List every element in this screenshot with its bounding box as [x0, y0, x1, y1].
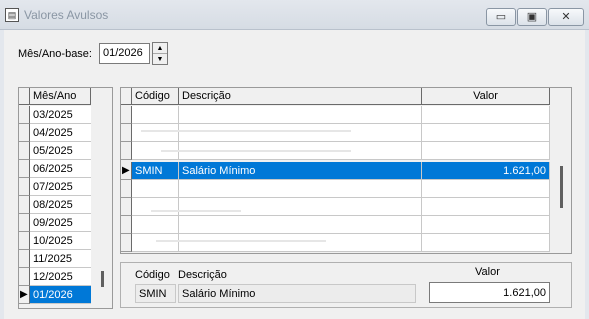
spin-up-icon[interactable]: ▲ [153, 43, 167, 54]
table-cell[interactable] [422, 106, 550, 124]
detail-descricao-label: Descrição [178, 269, 227, 281]
month-cell[interactable]: 07/2025 [30, 178, 91, 196]
values-grid[interactable]: Código Descrição Valor ▶ SMIN Salário Mí… [120, 87, 572, 254]
window-title: Valores Avulsos [24, 8, 109, 22]
minimize-button[interactable]: ▭ [486, 8, 516, 26]
row-indicator [121, 198, 132, 216]
values-header-indicator [121, 88, 132, 105]
valor-cell[interactable]: 1.621,00 [422, 162, 550, 180]
month-cell[interactable]: 12/2025 [30, 268, 91, 286]
spin-down-icon[interactable]: ▼ [153, 54, 167, 65]
table-cell[interactable] [132, 234, 179, 252]
mesano-base-input[interactable]: 01/2026 [99, 43, 150, 64]
table-cell[interactable] [179, 216, 422, 234]
row-indicator [121, 106, 132, 124]
row-indicator [19, 232, 30, 250]
redacted-text [141, 130, 351, 132]
month-cell-selected[interactable]: 01/2026 [30, 286, 91, 304]
detail-valor-label: Valor [475, 266, 500, 278]
redacted-text [151, 210, 241, 212]
months-grid[interactable]: Mês/Ano 03/2025 04/2025 05/2025 06/2025 … [18, 87, 113, 309]
row-pointer-icon: ▶ [19, 286, 30, 304]
detail-codigo-label: Código [135, 269, 170, 281]
months-scroll-thumb[interactable] [101, 271, 104, 287]
table-cell[interactable] [422, 142, 550, 160]
months-scrollbar[interactable] [93, 88, 112, 308]
table-cell[interactable] [179, 198, 422, 216]
row-indicator [19, 196, 30, 214]
app-icon: ▤ [5, 8, 19, 22]
table-cell[interactable] [179, 124, 422, 142]
row-indicator [19, 214, 30, 232]
row-indicator [19, 142, 30, 160]
table-cell[interactable] [132, 180, 179, 198]
close-button[interactable]: ✕ [548, 8, 584, 26]
table-cell[interactable] [422, 216, 550, 234]
table-cell[interactable] [422, 234, 550, 252]
row-indicator [121, 180, 132, 198]
mesano-spinner[interactable]: ▲ ▼ [152, 42, 168, 65]
row-indicator [19, 250, 30, 268]
descricao-column-header[interactable]: Descrição [179, 88, 422, 105]
month-cell[interactable]: 10/2025 [30, 232, 91, 250]
month-cell[interactable]: 03/2025 [30, 106, 91, 124]
mesano-base-label: Mês/Ano-base: [18, 48, 92, 60]
detail-panel: Código Descrição Valor SMIN Salário Míni… [120, 262, 572, 308]
months-header-indicator [19, 88, 30, 105]
row-indicator [121, 142, 132, 160]
detail-valor-field[interactable]: 1.621,00 [429, 282, 550, 303]
month-cell[interactable]: 09/2025 [30, 214, 91, 232]
row-indicator [121, 124, 132, 142]
table-cell[interactable] [132, 106, 179, 124]
row-indicator [19, 178, 30, 196]
row-indicator [19, 160, 30, 178]
maximize-button[interactable]: ▣ [517, 8, 547, 26]
table-cell[interactable] [422, 198, 550, 216]
month-cell[interactable]: 06/2025 [30, 160, 91, 178]
values-scroll-thumb[interactable] [560, 166, 563, 208]
row-indicator [121, 234, 132, 252]
row-pointer-icon: ▶ [121, 162, 132, 180]
month-cell[interactable]: 05/2025 [30, 142, 91, 160]
row-indicator [19, 268, 30, 286]
title-bar: ▤ Valores Avulsos ▭ ▣ ✕ [0, 0, 589, 30]
redacted-text [161, 150, 351, 152]
detail-codigo-field[interactable]: SMIN [135, 284, 176, 303]
month-cell[interactable]: 11/2025 [30, 250, 91, 268]
table-cell[interactable] [179, 180, 422, 198]
table-cell[interactable] [132, 216, 179, 234]
row-indicator [19, 124, 30, 142]
values-scrollbar[interactable] [552, 88, 571, 253]
month-cell[interactable]: 08/2025 [30, 196, 91, 214]
table-cell[interactable] [132, 124, 179, 142]
table-cell[interactable] [422, 124, 550, 142]
codigo-column-header[interactable]: Código [132, 88, 179, 105]
table-cell[interactable] [179, 234, 422, 252]
table-cell[interactable] [179, 106, 422, 124]
codigo-cell[interactable]: SMIN [132, 162, 179, 180]
table-cell[interactable] [422, 180, 550, 198]
month-cell[interactable]: 04/2025 [30, 124, 91, 142]
row-indicator [121, 216, 132, 234]
redacted-text [156, 240, 326, 242]
descricao-cell[interactable]: Salário Mínimo [179, 162, 422, 180]
months-header[interactable]: Mês/Ano [30, 88, 91, 105]
detail-descricao-field[interactable]: Salário Mínimo [178, 284, 416, 303]
row-indicator [19, 106, 30, 124]
valor-column-header[interactable]: Valor [422, 88, 550, 105]
table-cell[interactable] [132, 198, 179, 216]
